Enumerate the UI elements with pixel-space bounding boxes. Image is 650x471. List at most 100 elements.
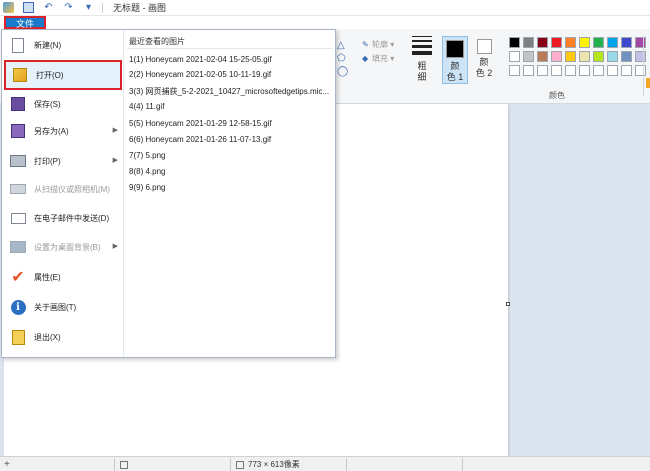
menu-item-properties[interactable]: ✔ 属性(E) <box>4 264 122 290</box>
menu-item-set-desktop-background[interactable]: 设置为桌面背景(B) ▶ <box>4 234 122 260</box>
outline-icon: ✎ <box>362 40 369 49</box>
scanner-icon <box>9 180 27 198</box>
menu-item-open[interactable]: 打开(O) <box>4 60 122 90</box>
title-separator <box>102 2 103 13</box>
canvas-size-text: 773 × 613像素 <box>248 460 300 469</box>
title-bar: ↶ ↷ ▾ 无标题 - 画图 <box>0 0 650 16</box>
pentagon-shape-icon[interactable]: ⬠ <box>337 53 349 65</box>
size-lines-icon <box>412 36 432 55</box>
shape-outline-button[interactable]: ✎ 轮廓 ▾ <box>362 38 394 52</box>
save-as-icon <box>9 122 27 140</box>
palette-color-swatch[interactable] <box>635 65 646 76</box>
callout-shape-icon[interactable]: ◯ <box>337 66 349 78</box>
size-label-line1: 粗 <box>417 61 427 71</box>
status-canvas-size: 773 × 613像素 <box>236 459 300 470</box>
palette-color-swatch[interactable] <box>537 51 548 62</box>
undo-icon[interactable]: ↶ <box>43 2 54 13</box>
file-menu: 新建(N) 打开(O) 保存(S) 另存为(A) ▶ 打印(P) ▶ 从扫描仪或… <box>1 29 336 358</box>
properties-icon: ✔ <box>11 269 25 286</box>
palette-color-swatch[interactable] <box>593 51 604 62</box>
palette-color-swatch[interactable] <box>523 65 534 76</box>
palette-color-swatch[interactable] <box>579 37 590 48</box>
recent-title-divider <box>127 48 333 49</box>
exit-icon <box>9 328 27 346</box>
canvas-resize-handle[interactable] <box>506 302 510 306</box>
desktop-background-icon <box>9 238 27 256</box>
color-1-button[interactable]: 颜 色 1 <box>442 36 468 84</box>
menu-item-exit[interactable]: 退出(X) <box>4 324 122 350</box>
shape-fill-button[interactable]: ◆ 填充 ▾ <box>362 52 394 66</box>
submenu-arrow-icon: ▶ <box>112 157 118 164</box>
color-palette <box>509 37 650 79</box>
fill-icon: ◆ <box>362 54 369 63</box>
palette-color-swatch[interactable] <box>607 37 618 48</box>
palette-color-swatch[interactable] <box>523 51 534 62</box>
size-button[interactable]: 粗 细 <box>405 36 439 83</box>
palette-color-swatch[interactable] <box>523 37 534 48</box>
menu-item-save[interactable]: 保存(S) <box>4 91 122 117</box>
recent-item[interactable]: 9(9) 6.png <box>129 183 335 196</box>
color-2-label-line1: 颜 <box>479 57 489 67</box>
new-document-icon <box>9 36 27 54</box>
window-title: 无标题 - 画图 <box>113 3 166 13</box>
submenu-arrow-icon: ▶ <box>112 243 118 250</box>
color-2-button[interactable]: 颜 色 2 <box>471 36 497 79</box>
recent-item[interactable]: 3(3) 网页捕获_5-2-2021_10427_microsoftedgeti… <box>129 86 335 99</box>
palette-color-swatch[interactable] <box>509 37 520 48</box>
triangle-shape-icon[interactable]: △ <box>337 40 349 52</box>
about-icon: i <box>9 298 27 316</box>
paint-app-icon[interactable] <box>3 2 14 13</box>
size-label-line2: 细 <box>417 72 427 82</box>
palette-color-swatch[interactable] <box>537 65 548 76</box>
edit-colors-icon[interactable] <box>646 78 650 88</box>
ribbon-tabs: 文件 <box>0 16 650 29</box>
menu-item-save-as[interactable]: 另存为(A) ▶ <box>4 118 122 144</box>
palette-color-swatch[interactable] <box>551 65 562 76</box>
quick-save-icon[interactable] <box>23 2 34 13</box>
palette-color-swatch[interactable] <box>579 65 590 76</box>
palette-color-swatch[interactable] <box>537 37 548 48</box>
menu-item-send-email[interactable]: 在电子邮件中发送(D) <box>4 205 122 231</box>
redo-icon[interactable]: ↷ <box>63 2 74 13</box>
palette-color-swatch[interactable] <box>579 51 590 62</box>
palette-color-swatch[interactable] <box>621 65 632 76</box>
recent-item[interactable]: 8(8) 4.png <box>129 167 335 180</box>
menu-item-about[interactable]: i 关于画图(T) <box>4 294 122 320</box>
palette-color-swatch[interactable] <box>607 65 618 76</box>
customize-quick-access-icon[interactable]: ▾ <box>83 2 94 13</box>
recent-item[interactable]: 1(1) Honeycam 2021-02-04 15-25-05.gif <box>129 55 335 68</box>
recent-item[interactable]: 2(2) Honeycam 2021-02-05 10-11-19.gif <box>129 70 335 83</box>
menu-item-print[interactable]: 打印(P) ▶ <box>4 148 122 174</box>
palette-color-swatch[interactable] <box>635 51 646 62</box>
palette-color-swatch[interactable] <box>565 51 576 62</box>
palette-color-swatch[interactable] <box>565 37 576 48</box>
status-bar: + 773 × 613像素 <box>0 456 650 471</box>
palette-color-swatch[interactable] <box>593 37 604 48</box>
menu-item-from-scanner[interactable]: 从扫描仪或照相机(M) <box>4 176 122 202</box>
open-icon <box>11 66 29 84</box>
palette-color-swatch[interactable] <box>607 51 618 62</box>
recent-item[interactable]: 6(6) Honeycam 2021-01-26 11-07-13.gif <box>129 135 335 148</box>
palette-color-swatch[interactable] <box>565 65 576 76</box>
palette-color-swatch[interactable] <box>635 37 646 48</box>
palette-color-swatch[interactable] <box>593 65 604 76</box>
recent-item[interactable]: 7(7) 5.png <box>129 151 335 164</box>
palette-color-swatch[interactable] <box>509 65 520 76</box>
recent-item[interactable]: 4(4) 11.gif <box>129 102 335 115</box>
palette-color-swatch[interactable] <box>509 51 520 62</box>
palette-color-swatch[interactable] <box>551 51 562 62</box>
palette-color-swatch[interactable] <box>551 37 562 48</box>
status-separator <box>346 458 347 471</box>
menu-item-new[interactable]: 新建(N) <box>4 32 122 58</box>
file-tab[interactable]: 文件 <box>4 16 46 29</box>
file-menu-commands: 新建(N) 打开(O) 保存(S) 另存为(A) ▶ 打印(P) ▶ 从扫描仪或… <box>2 30 124 357</box>
palette-row <box>509 51 650 62</box>
print-icon <box>9 152 27 170</box>
palette-label: 颜色 <box>549 91 565 100</box>
recent-item[interactable]: 5(5) Honeycam 2021-01-29 12-58-15.gif <box>129 119 335 132</box>
palette-color-swatch[interactable] <box>621 37 632 48</box>
cursor-position-icon: + <box>4 459 10 470</box>
palette-color-swatch[interactable] <box>621 51 632 62</box>
recent-pictures-title: 最近查看的图片 <box>129 37 185 46</box>
save-icon <box>9 95 27 113</box>
